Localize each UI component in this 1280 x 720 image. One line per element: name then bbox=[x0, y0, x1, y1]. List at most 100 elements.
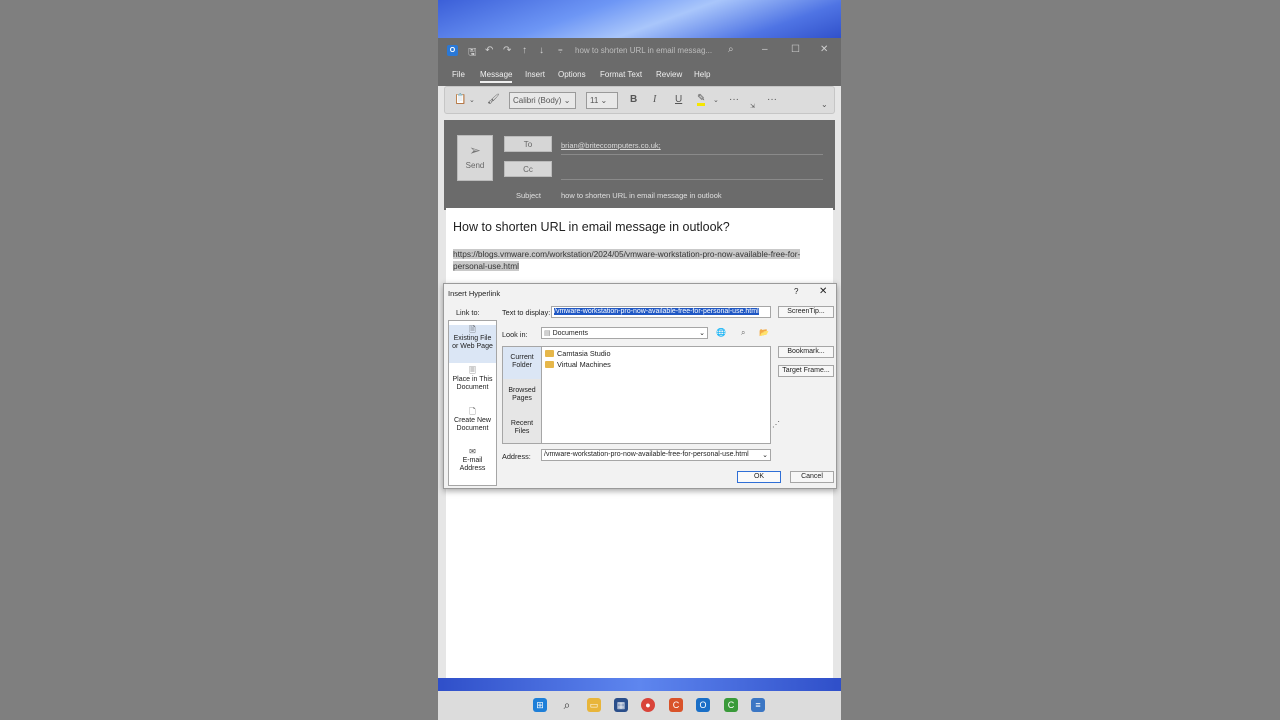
link-option-label: or Web Page bbox=[452, 343, 493, 350]
link-option-label: E-mail bbox=[462, 457, 483, 464]
highlight-dropdown-icon[interactable]: ⌄ bbox=[713, 96, 719, 104]
link-create-new-document[interactable]: 🗋 Create New Document bbox=[449, 407, 496, 445]
address-dropdown-icon: ⌄ bbox=[762, 451, 768, 459]
down-arrow-icon[interactable]: ↓ bbox=[539, 45, 544, 56]
email-heading: How to shorten URL in email message in o… bbox=[453, 220, 730, 234]
subject-field[interactable]: how to shorten URL in email message in o… bbox=[561, 191, 722, 200]
chrome-icon[interactable]: ● bbox=[641, 698, 655, 712]
menu-message[interactable]: Message bbox=[480, 70, 513, 83]
taskbar: ⊞ ⌕ ▭ ▦ ● C O C ≡ bbox=[438, 691, 841, 720]
link-place-in-document[interactable]: 🗏 Place in This Document bbox=[449, 366, 496, 404]
help-button[interactable]: ? bbox=[794, 287, 798, 296]
look-in-select[interactable]: ▤ Documents ⌄ bbox=[541, 327, 708, 339]
desktop-wallpaper bbox=[438, 0, 841, 40]
link-to-panel: 🗎 Existing File or Web Page 🗏 Place in T… bbox=[448, 320, 497, 486]
tab-label: Folder bbox=[512, 362, 532, 369]
dialog-close-button[interactable]: ✕ bbox=[819, 286, 827, 297]
left-letterbox bbox=[0, 0, 438, 720]
highlight-icon[interactable]: ✎ bbox=[697, 94, 706, 106]
target-frame-button[interactable]: Target Frame... bbox=[778, 365, 834, 377]
address-value: /vmware-workstation-pro-now-available-fr… bbox=[544, 451, 749, 458]
menu-help[interactable]: Help bbox=[694, 70, 710, 79]
to-field[interactable]: brian@briteccomputers.co.uk; bbox=[561, 141, 823, 155]
minimize-button[interactable]: – bbox=[762, 44, 768, 55]
outlook-icon[interactable]: O bbox=[696, 698, 710, 712]
tab-recent-files[interactable]: Recent Files bbox=[503, 413, 541, 445]
address-input[interactable]: /vmware-workstation-pro-now-available-fr… bbox=[541, 449, 771, 461]
paste-dropdown-icon[interactable]: ⌄ bbox=[469, 96, 475, 104]
notepad-icon[interactable]: ≡ bbox=[751, 698, 765, 712]
address-label: Address: bbox=[502, 452, 531, 461]
menu-file[interactable]: File bbox=[452, 70, 465, 79]
store-icon[interactable]: ▦ bbox=[614, 698, 628, 712]
text-to-display-input[interactable]: /vmware-workstation-pro-now-available-fr… bbox=[551, 306, 771, 318]
customize-toolbar-icon[interactable]: ⩦ bbox=[558, 45, 563, 55]
web-page-icon: 🗎 bbox=[469, 325, 476, 334]
bold-button[interactable]: B bbox=[630, 94, 637, 105]
up-arrow-icon[interactable]: ↑ bbox=[522, 45, 527, 56]
font-name-select[interactable]: Calibri (Body) ⌄ bbox=[509, 92, 576, 109]
title-bar: O 🖫 ↶ ↷ ↑ ↓ ⩦ how to shorten URL in emai… bbox=[438, 38, 841, 64]
menu-bar: File Message Insert Options Format Text … bbox=[438, 64, 841, 86]
dialog-title: Insert Hyperlink bbox=[448, 289, 501, 298]
subject-label: Subject bbox=[516, 191, 542, 200]
dialog-launcher-icon[interactable]: ⇲ bbox=[750, 103, 755, 110]
search-icon[interactable]: ⌕ bbox=[560, 698, 574, 712]
bookmark-button[interactable]: Bookmark... bbox=[778, 346, 834, 358]
link-option-label: Create New bbox=[454, 417, 491, 424]
font-size-select[interactable]: 11 ⌄ bbox=[586, 92, 618, 109]
email-url-text[interactable]: https://blogs.vmware.com/workstation/202… bbox=[453, 248, 823, 272]
cancel-button[interactable]: Cancel bbox=[790, 471, 834, 483]
to-recipient: brian@briteccomputers.co.uk; bbox=[561, 141, 661, 150]
more-format-button[interactable]: ··· bbox=[729, 94, 739, 105]
browse-web-search-icon[interactable]: ⌕ bbox=[741, 328, 745, 338]
resize-grip-icon[interactable]: ⋰ bbox=[772, 420, 780, 429]
menu-options[interactable]: Options bbox=[558, 70, 586, 79]
redo-icon[interactable]: ↷ bbox=[503, 45, 511, 56]
ribbon: 📋 ⌄ 🖌 Calibri (Body) ⌄ 11 ⌄ B I U ✎ ⌄ ··… bbox=[444, 86, 835, 114]
browse-file-icon[interactable]: 📂 bbox=[759, 328, 769, 337]
tab-current-folder[interactable]: Current Folder bbox=[503, 347, 541, 379]
format-painter-icon[interactable]: 🖌 bbox=[487, 94, 500, 105]
to-button[interactable]: To bbox=[504, 136, 552, 152]
send-button[interactable]: ➢ Send bbox=[457, 135, 493, 181]
more-commands-button[interactable]: ··· bbox=[767, 94, 777, 105]
search-icon[interactable]: ⌕ bbox=[728, 44, 734, 55]
send-label: Send bbox=[465, 161, 485, 170]
cc-button[interactable]: Cc bbox=[504, 161, 552, 177]
ok-button[interactable]: OK bbox=[737, 471, 781, 483]
menu-insert[interactable]: Insert bbox=[525, 70, 545, 79]
maximize-button[interactable]: ☐ bbox=[791, 44, 800, 55]
tab-browsed-pages[interactable]: Browsed Pages bbox=[503, 380, 541, 412]
tab-label: Current bbox=[510, 354, 534, 361]
cc-field[interactable] bbox=[561, 166, 823, 180]
desktop-wallpaper-strip bbox=[438, 678, 841, 692]
italic-button[interactable]: I bbox=[653, 94, 656, 105]
text-to-display-label: Text to display: bbox=[502, 308, 551, 317]
start-icon[interactable]: ⊞ bbox=[533, 698, 547, 712]
right-letterbox bbox=[841, 0, 1280, 720]
camtasia-recorder-icon[interactable]: C bbox=[669, 698, 683, 712]
compose-header: ➢ Send To Cc brian@briteccomputers.co.uk… bbox=[444, 120, 835, 210]
menu-review[interactable]: Review bbox=[656, 70, 682, 79]
camtasia-icon[interactable]: C bbox=[724, 698, 738, 712]
file-list-item[interactable]: Camtasia Studio bbox=[545, 349, 611, 358]
browse-web-icon[interactable]: 🌐 bbox=[716, 328, 726, 337]
screentip-button[interactable]: ScreenTip... bbox=[778, 306, 834, 318]
save-icon[interactable]: 🖫 bbox=[468, 45, 477, 62]
close-button[interactable]: ✕ bbox=[820, 44, 828, 55]
link-existing-file-web-page[interactable]: 🗎 Existing File or Web Page bbox=[449, 325, 496, 363]
ribbon-expand-icon[interactable]: ⌄ bbox=[821, 100, 828, 109]
file-explorer-icon[interactable]: ▭ bbox=[587, 698, 601, 712]
link-option-label: Address bbox=[459, 465, 486, 472]
new-document-icon: 🗋 bbox=[469, 407, 476, 416]
undo-icon[interactable]: ↶ bbox=[485, 45, 493, 56]
text-to-display-value: /vmware-workstation-pro-now-available-fr… bbox=[554, 308, 759, 315]
menu-format-text[interactable]: Format Text bbox=[600, 70, 642, 79]
paste-icon[interactable]: 📋 bbox=[454, 94, 466, 105]
send-icon: ➢ bbox=[469, 142, 481, 158]
underline-button[interactable]: U bbox=[675, 94, 682, 105]
file-list-item[interactable]: Virtual Machines bbox=[545, 360, 611, 369]
link-email-address[interactable]: ✉ E-mail Address bbox=[449, 447, 496, 485]
tab-label: Recent bbox=[510, 420, 534, 427]
